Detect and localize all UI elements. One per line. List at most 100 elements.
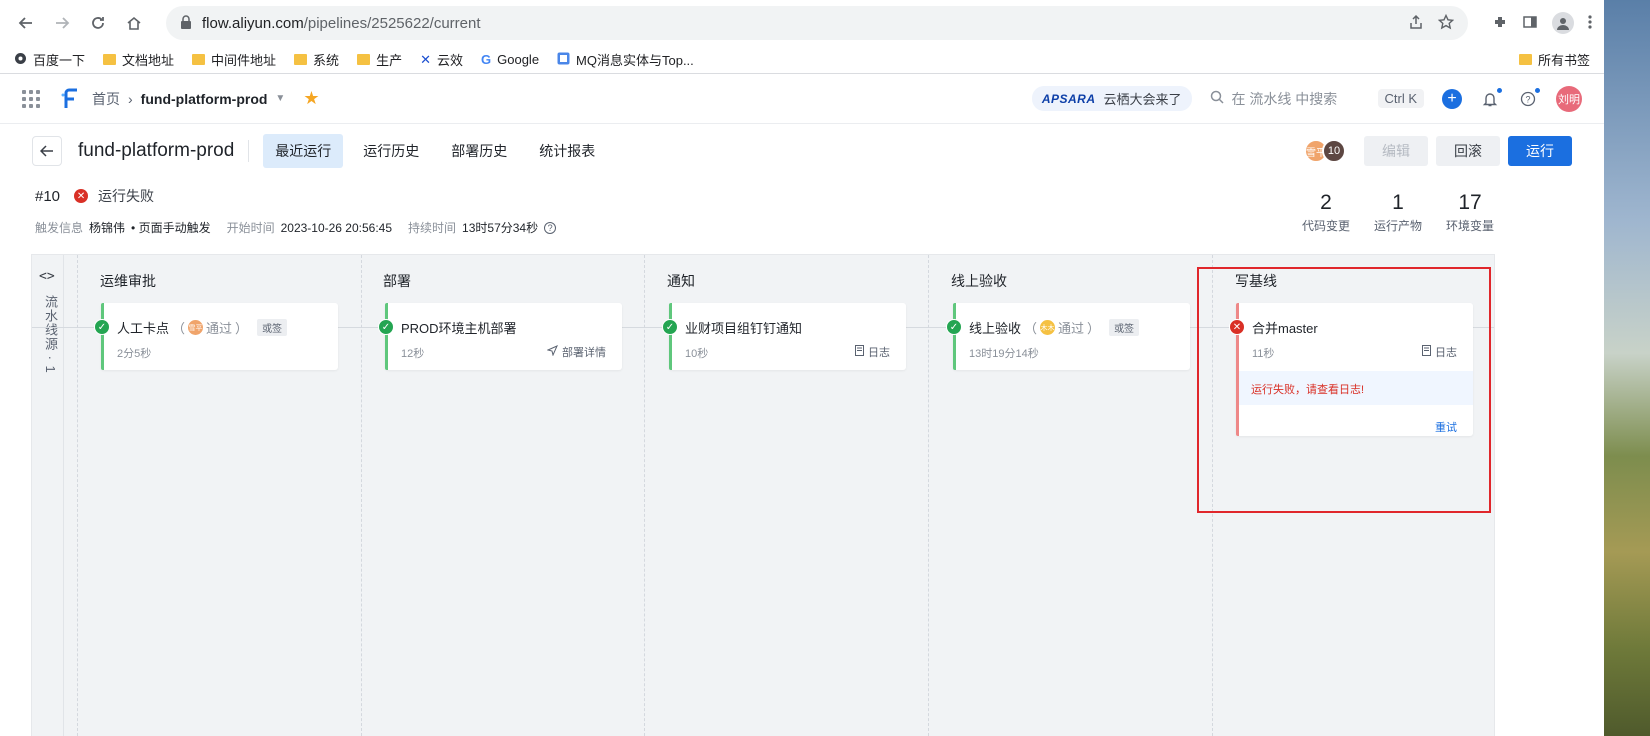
yunxiao-icon: ✕ (420, 51, 431, 67)
lock-icon (180, 14, 192, 32)
svg-text:?: ? (1525, 94, 1530, 104)
forward-arrow-icon[interactable] (48, 9, 76, 37)
flow-logo-icon[interactable] (60, 88, 82, 110)
breadcrumb: 首页 › fund-platform-prod ▼ (92, 89, 285, 109)
folder-icon (294, 54, 308, 65)
job-card-manual-gate[interactable]: ✓ 人工卡点 （ 雪平 通过） 或签 2分5秒 (94, 303, 338, 370)
tab-latest-run[interactable]: 最近运行 (263, 134, 344, 168)
apsara-banner[interactable]: APSARA 云栖大会来了 (1031, 86, 1192, 111)
caret-down-icon[interactable]: ▼ (275, 93, 285, 104)
stat-env-vars[interactable]: 17 环境变量 (1446, 191, 1494, 234)
edit-button[interactable]: 编辑 (1364, 136, 1428, 166)
success-check-icon: ✓ (662, 319, 678, 335)
bookmark-yunxiao[interactable]: ✕ 云效 (420, 50, 463, 69)
question-icon[interactable]: ? (544, 221, 557, 234)
pipeline-name: fund-platform-prod (78, 140, 250, 162)
success-check-icon: ✓ (94, 319, 110, 335)
google-icon: G (481, 52, 492, 67)
bookmark-middleware[interactable]: 中间件地址 (192, 50, 276, 69)
bookmark-star-icon[interactable] (1437, 13, 1455, 33)
duration: 13时57分34秒 (462, 221, 539, 235)
extensions-icon[interactable] (1492, 14, 1508, 33)
user-avatar[interactable]: 刘明 (1556, 85, 1582, 112)
job-card-acceptance[interactable]: ✓ 线上验收 （ 木木 通过） 或签 13时19分14秒 (946, 303, 1190, 370)
global-search[interactable]: 在 流水线 中搜索 (1210, 89, 1360, 109)
job-duration: 2分5秒 (117, 348, 152, 360)
browser-menu-icon[interactable] (1588, 14, 1592, 33)
approval-result: 通过 (1058, 321, 1085, 336)
trigger-label: 触发信息 (35, 221, 84, 235)
bookmark-mq[interactable]: MQ消息实体与Top... (557, 50, 694, 69)
pipeline-title-row: fund-platform-prod 最近运行 运行历史 部署历史 统计报表 雪… (32, 134, 1572, 168)
all-bookmarks[interactable]: 所有书签 (1518, 50, 1590, 69)
send-icon (546, 345, 558, 359)
app-header: 首页 › fund-platform-prod ▼ ★ APSARA 云栖大会来… (0, 74, 1604, 124)
chevron-right-icon: › (128, 90, 133, 107)
deploy-detail-link[interactable]: 部署详情 (546, 344, 606, 360)
job-name: 线上验收 (969, 321, 1022, 336)
bookmark-system[interactable]: 系统 (294, 50, 339, 69)
member-avatars[interactable]: 雪平 10 (1304, 139, 1346, 163)
run-button[interactable]: 运行 (1508, 136, 1572, 166)
success-check-icon: ✓ (946, 319, 962, 335)
bookmark-docs[interactable]: 文档地址 (103, 50, 174, 69)
trigger-mode: • 页面手动触发 (131, 221, 211, 235)
side-panel-icon[interactable] (1522, 14, 1538, 33)
favorite-star-icon[interactable]: ★ (303, 88, 319, 109)
avatar: 木木 (1040, 320, 1056, 335)
url-host: flow.aliyun.com (202, 14, 304, 32)
globe-icon (14, 52, 27, 68)
rollback-button[interactable]: 回滚 (1436, 136, 1500, 166)
start-label: 开始时间 (226, 221, 275, 235)
job-duration: 10秒 (685, 348, 709, 360)
share-icon[interactable] (1408, 14, 1424, 33)
stage-title: 通知 (667, 273, 695, 289)
bookmarks-bar: 百度一下 文档地址 中间件地址 系统 生产 ✕ 云效 G Google MQ消息… (0, 46, 1604, 74)
bookmark-google[interactable]: G Google (481, 52, 539, 67)
profile-icon[interactable] (1552, 12, 1574, 34)
breadcrumb-home[interactable]: 首页 (92, 89, 120, 109)
page-icon (557, 52, 570, 68)
trigger-user: 杨锦伟 (89, 221, 126, 235)
tab-deploy-history[interactable]: 部署历史 (439, 134, 519, 168)
create-plus-icon[interactable]: + (1442, 88, 1462, 109)
app-grid-icon[interactable] (22, 89, 40, 108)
desktop-wallpaper (1604, 0, 1650, 736)
browser-toolbar: flow.aliyun.com/pipelines/2525622/curren… (0, 0, 1604, 46)
bookmark-baidu[interactable]: 百度一下 (14, 50, 85, 69)
stage-title: 部署 (383, 273, 411, 289)
bell-icon[interactable] (1480, 86, 1503, 109)
pipeline-source-label: 流水线源 · 1 (43, 295, 58, 374)
reload-icon[interactable] (84, 9, 112, 37)
shortcut-hint: Ctrl K (1377, 89, 1424, 108)
code-icon[interactable]: <> (39, 269, 55, 284)
success-check-icon: ✓ (378, 319, 394, 335)
run-summary: #10 ✕ 运行失败 (35, 186, 154, 206)
highlight-box (1197, 267, 1491, 513)
stat-code-changes[interactable]: 2 代码变更 (1302, 191, 1350, 234)
apsara-logo: APSARA (1041, 91, 1096, 106)
home-icon[interactable] (120, 9, 148, 37)
url-path: /pipelines/2525622/current (303, 14, 481, 32)
help-icon[interactable]: ? (1518, 86, 1541, 109)
folder-icon (1518, 54, 1532, 65)
job-name: PROD环境主机部署 (401, 321, 517, 336)
job-name: 人工卡点 (117, 321, 170, 336)
address-bar[interactable]: flow.aliyun.com/pipelines/2525622/curren… (166, 6, 1468, 40)
job-card-deploy[interactable]: ✓ PROD环境主机部署 12秒 部署详情 (378, 303, 622, 370)
approval-result: 通过 (206, 321, 233, 336)
tab-statistics[interactable]: 统计报表 (527, 134, 607, 168)
log-link[interactable]: 日志 (855, 344, 890, 360)
back-button[interactable] (32, 136, 62, 166)
job-card-notify[interactable]: ✓ 业财项目组钉钉通知 10秒 日志 (662, 303, 906, 370)
breadcrumb-project[interactable]: fund-platform-prod (141, 91, 268, 107)
duration-label: 持续时间 (408, 221, 457, 235)
folder-icon (357, 54, 371, 65)
pipeline-tabs: 最近运行 运行历史 部署历史 统计报表 (263, 134, 607, 168)
back-arrow-icon[interactable] (12, 9, 40, 37)
log-doc-icon (855, 345, 864, 359)
approval-tag: 或签 (257, 319, 288, 336)
stat-artifacts[interactable]: 1 运行产物 (1374, 191, 1422, 234)
bookmark-production[interactable]: 生产 (357, 50, 402, 69)
tab-run-history[interactable]: 运行历史 (351, 134, 431, 168)
